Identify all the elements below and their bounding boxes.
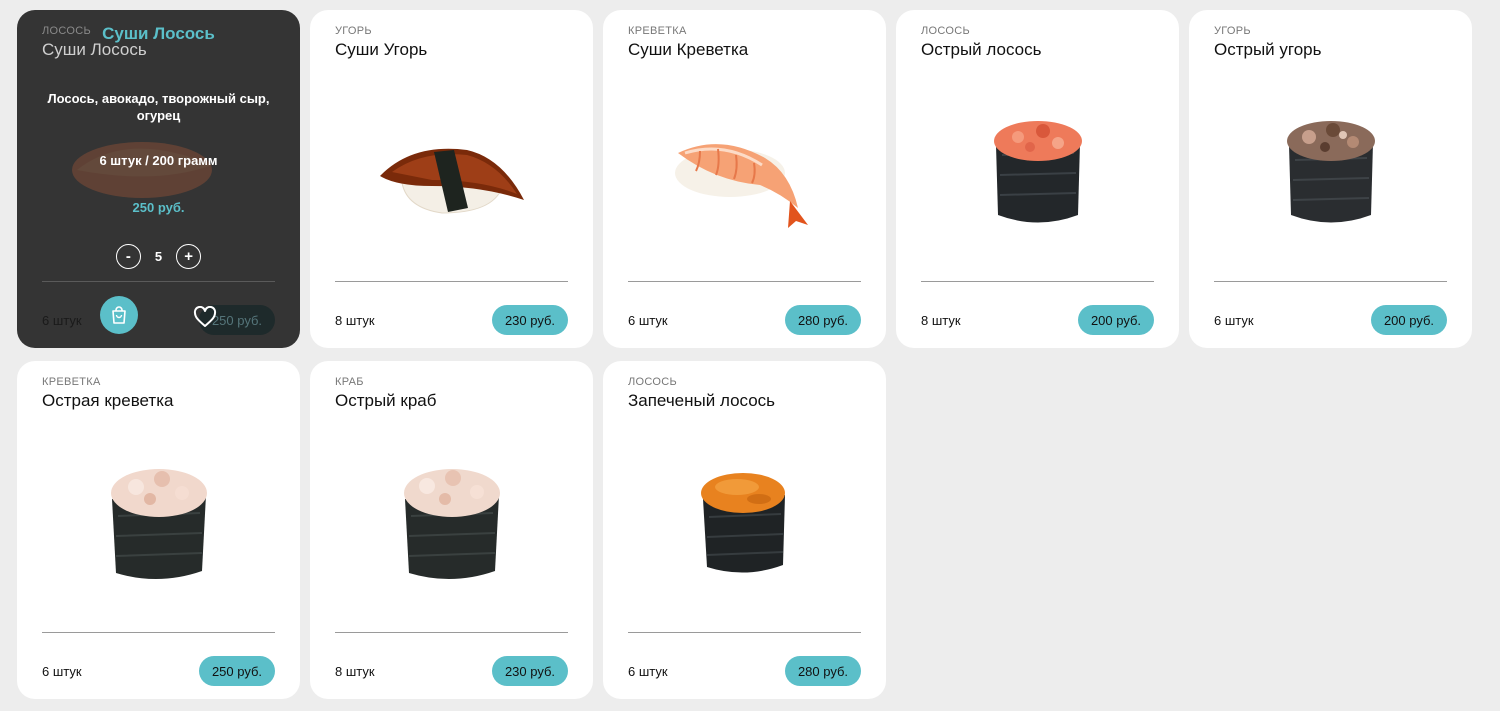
product-category: ЛОСОСЬ [628, 376, 677, 388]
shopping-bag-icon [112, 306, 126, 324]
product-weight: 6 штук / 200 грамм [99, 153, 218, 168]
card-divider [628, 281, 861, 282]
product-card-hovered[interactable]: ЛОСОСЬ Суши Лосось Суши Лосось Лосось, а… [17, 10, 300, 348]
product-title: Запеченый лосось [628, 391, 776, 410]
product-price-badge[interactable]: 200 руб. [1078, 305, 1154, 335]
shrimp-nigiri-image [674, 143, 808, 228]
product-title: Суши Угорь [335, 40, 428, 59]
product-title: Острая креветка [42, 391, 174, 410]
card-divider [335, 632, 568, 633]
add-to-cart-button[interactable] [100, 296, 138, 334]
product-card[interactable]: УГОРЬ Острый угорь 6 штук 200 руб. [1189, 10, 1472, 348]
spicy-eel-gunkan-image [1286, 121, 1375, 223]
product-category: КРЕВЕТКА [42, 376, 101, 388]
product-price-badge[interactable]: 280 руб. [785, 305, 861, 335]
product-card[interactable]: КРЕВЕТКА Острая креветка 6 штук 250 руб. [17, 361, 300, 699]
card-divider [921, 281, 1154, 282]
spicy-shrimp-gunkan-image [110, 469, 207, 580]
quantity-value: 5 [154, 249, 163, 264]
product-price-badge[interactable]: 230 руб. [492, 305, 568, 335]
card-divider [42, 281, 275, 282]
product-pieces: 8 штук [335, 664, 375, 679]
product-image [42, 421, 275, 626]
spicy-salmon-gunkan-image [993, 121, 1082, 223]
product-pieces: 6 штук [42, 313, 82, 328]
product-price-badge[interactable]: 250 руб. [199, 656, 275, 686]
heart-icon [193, 305, 217, 327]
product-pieces: 8 штук [921, 313, 961, 328]
product-pieces: 6 штук [628, 664, 668, 679]
product-pieces: 8 штук [335, 313, 375, 328]
product-pieces: 6 штук [628, 313, 668, 328]
product-pieces: 6 штук [1214, 313, 1254, 328]
product-category: ЛОСОСЬ [921, 25, 970, 37]
product-category: УГОРЬ [335, 25, 372, 37]
card-divider [628, 632, 861, 633]
product-price-badge[interactable]: 280 руб. [785, 656, 861, 686]
product-image [335, 421, 568, 626]
product-category: УГОРЬ [1214, 25, 1251, 37]
card-divider [335, 281, 568, 282]
product-image [1214, 70, 1447, 275]
product-category: КРЕВЕТКА [628, 25, 687, 37]
product-card[interactable]: КРЕВЕТКА Суши Креветка 6 штук 280 руб. [603, 10, 886, 348]
baked-salmon-gunkan-image [701, 472, 785, 573]
product-title: Острый краб [335, 391, 437, 410]
quantity-stepper: - 5 + [17, 244, 300, 269]
product-card[interactable]: УГОРЬ Суши Угорь 8 штук 230 руб. [310, 10, 593, 348]
product-category: КРАБ [335, 376, 364, 388]
product-price-badge[interactable]: 200 руб. [1371, 305, 1447, 335]
product-title: Суши Креветка [628, 40, 749, 59]
product-card[interactable]: ЛОСОСЬ Острый лосось 8 штук 200 руб. [896, 10, 1179, 348]
product-image [921, 70, 1154, 275]
product-title: Острый лосось [921, 40, 1042, 59]
product-image [628, 70, 861, 275]
product-image [628, 421, 861, 626]
decrease-button[interactable]: - [115, 244, 141, 269]
product-price-badge[interactable]: 230 руб. [492, 656, 568, 686]
hover-product-title: Суши Лосось [102, 24, 215, 43]
product-title: Острый угорь [1214, 40, 1322, 59]
eel-nigiri-image [379, 148, 524, 214]
favorite-button[interactable] [193, 305, 217, 333]
hover-product-price: 250 руб. [132, 200, 185, 215]
product-card[interactable]: КРАБ Острый краб 8 штук 230 руб. [310, 361, 593, 699]
spicy-crab-gunkan-image [403, 469, 500, 580]
product-description: Лосось, авокадо, творожный сыр, огурец [47, 91, 270, 123]
card-divider [42, 632, 275, 633]
product-card[interactable]: ЛОСОСЬ Запеченый лосось 6 штук 280 руб. [603, 361, 886, 699]
product-grid: ЛОСОСЬ Суши Лосось Суши Лосось Лосось, а… [17, 10, 1477, 700]
increase-button[interactable]: + [176, 244, 202, 269]
product-image [335, 70, 568, 275]
product-pieces: 6 штук [42, 664, 82, 679]
card-divider [1214, 281, 1447, 282]
